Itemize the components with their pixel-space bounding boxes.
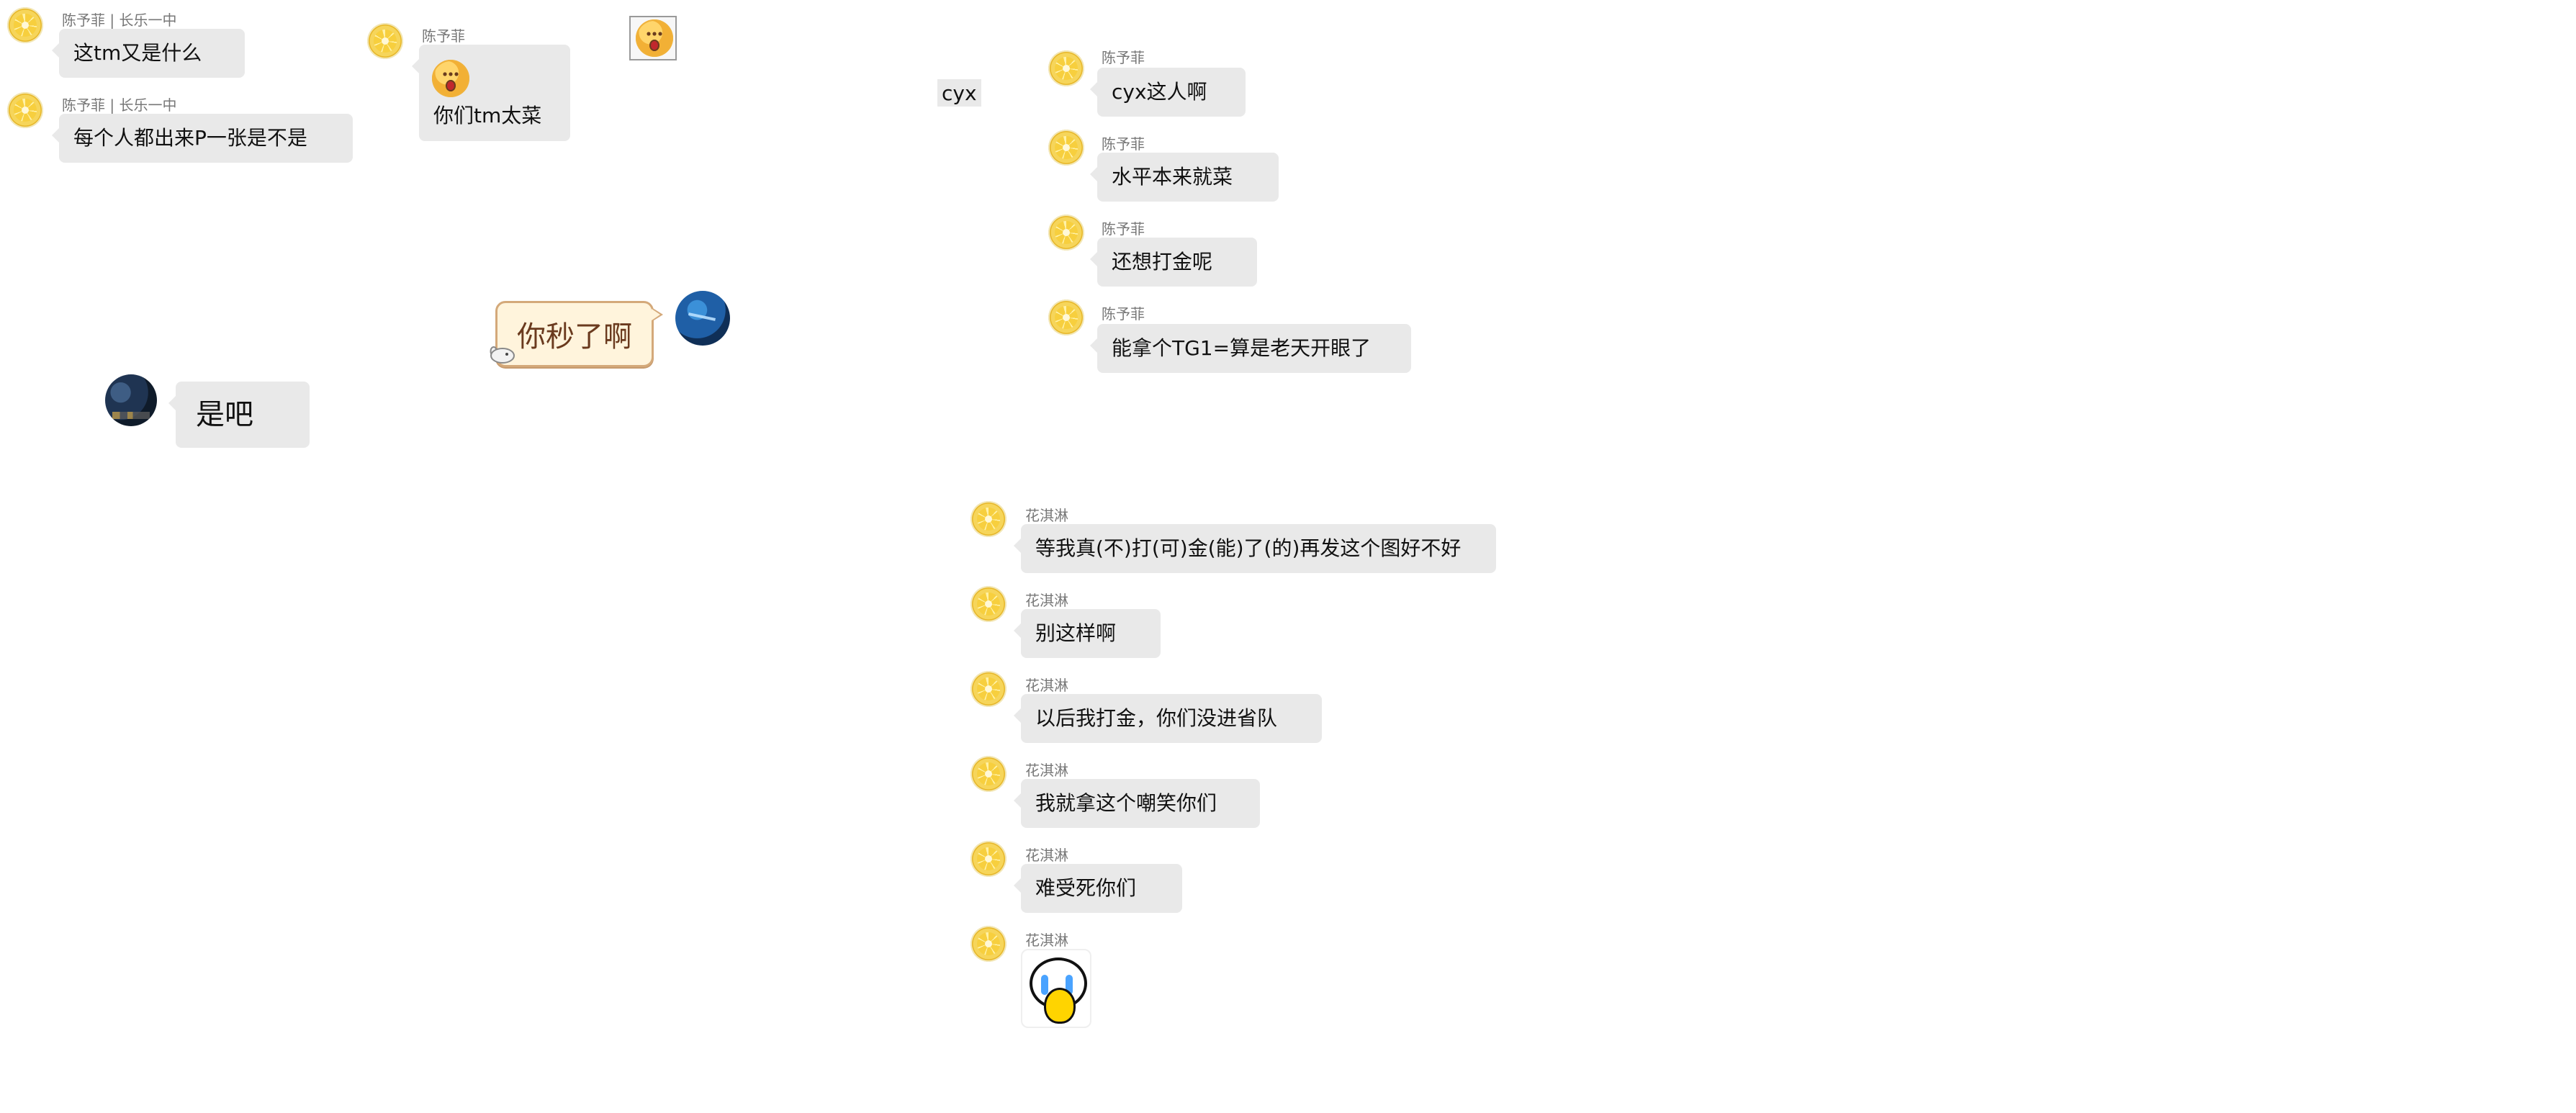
message-bubble[interactable]: 每个人都出来P一张是不是: [52, 114, 353, 163]
sender-name: 花淇淋: [1025, 932, 1068, 949]
avatar[interactable]: [367, 23, 403, 59]
sender-name: 花淇淋: [1025, 592, 1068, 609]
sender-name: 花淇淋: [1025, 677, 1068, 694]
avatar[interactable]: [970, 841, 1006, 877]
message-bubble[interactable]: 等我真(不)打(可)金(能)了(的)再发这个图好不好: [1014, 524, 1496, 573]
message-text: cyx这人啊: [1112, 80, 1207, 104]
sender-name: 陈予菲: [1102, 135, 1145, 153]
message-bubble[interactable]: 以后我打金，你们没进省队: [1014, 694, 1322, 743]
message-bubble[interactable]: 你们tm太菜: [412, 45, 570, 141]
tear-left: [1041, 975, 1048, 995]
message-text: 我就拿这个嘲笑你们: [1035, 791, 1217, 815]
cyx-tag[interactable]: cyx: [937, 79, 981, 107]
avatar[interactable]: [970, 926, 1006, 962]
sender-name: 陈予菲 | 长乐一中: [62, 12, 177, 29]
avatar[interactable]: [105, 374, 157, 426]
message-text: 以后我打金，你们没进省队: [1035, 706, 1278, 730]
message-bubble[interactable]: 能拿个TG1=算是老天开眼了: [1090, 324, 1411, 373]
message-bubble[interactable]: 水平本来就菜: [1090, 153, 1279, 202]
sender-name: 花淇淋: [1025, 847, 1068, 864]
message-bubble[interactable]: 别这样啊: [1014, 609, 1161, 658]
sender-name: 陈予菲: [422, 27, 465, 45]
message-bubble[interactable]: 难受死你们: [1014, 864, 1182, 913]
sender-name: 陈予菲: [1102, 305, 1145, 323]
avatar[interactable]: [970, 756, 1006, 792]
avatar[interactable]: [675, 291, 730, 346]
tag-text: cyx: [942, 81, 977, 105]
surprised-sticker[interactable]: [629, 16, 677, 60]
message-bubble[interactable]: 我就拿这个嘲笑你们: [1014, 779, 1260, 828]
avatar[interactable]: [1048, 215, 1084, 251]
message-text: 你秒了啊: [517, 320, 632, 353]
sender-name: 花淇淋: [1025, 507, 1068, 524]
message-text: 水平本来就菜: [1112, 165, 1233, 189]
message-bubble[interactable]: 还想打金呢: [1090, 238, 1257, 287]
sender-name: 花淇淋: [1025, 762, 1068, 779]
message-text: 等我真(不)打(可)金(能)了(的)再发这个图好不好: [1035, 536, 1462, 560]
message-bubble[interactable]: cyx这人啊: [1090, 68, 1246, 117]
lemon-icon: [1044, 988, 1076, 1024]
message-text: 还想打金呢: [1112, 250, 1213, 274]
message-text: 你们tm太菜: [433, 104, 542, 127]
avatar[interactable]: [7, 92, 43, 128]
message-text: 难受死你们: [1035, 876, 1137, 900]
crying-lemon-sticker[interactable]: [1021, 949, 1091, 1028]
message-text: 别这样啊: [1035, 621, 1117, 645]
message-bubble[interactable]: 是吧: [168, 382, 310, 448]
avatar[interactable]: [970, 501, 1006, 537]
avatar[interactable]: [1048, 130, 1084, 166]
surprised-face-emoji: [636, 19, 673, 57]
avatar[interactable]: [1048, 50, 1084, 86]
sender-name: 陈予菲: [1102, 220, 1145, 238]
sticker-bubble[interactable]: 你秒了啊: [495, 301, 663, 367]
sender-name: 陈予菲 | 长乐一中: [62, 96, 177, 114]
avatar[interactable]: [970, 671, 1006, 707]
sender-name: 陈予菲: [1102, 49, 1145, 66]
surprised-face-emoji: [432, 60, 469, 97]
message-text: 能拿个TG1=算是老天开眼了: [1112, 336, 1372, 360]
avatar[interactable]: [1048, 299, 1084, 335]
message-text: 这tm又是什么: [73, 41, 202, 65]
avatar[interactable]: [970, 586, 1006, 622]
message-text: 是吧: [196, 398, 253, 431]
avatar[interactable]: [7, 7, 43, 43]
rabbit-icon: [490, 346, 515, 364]
message-bubble[interactable]: 这tm又是什么: [52, 29, 245, 78]
message-text: 每个人都出来P一张是不是: [73, 126, 307, 150]
